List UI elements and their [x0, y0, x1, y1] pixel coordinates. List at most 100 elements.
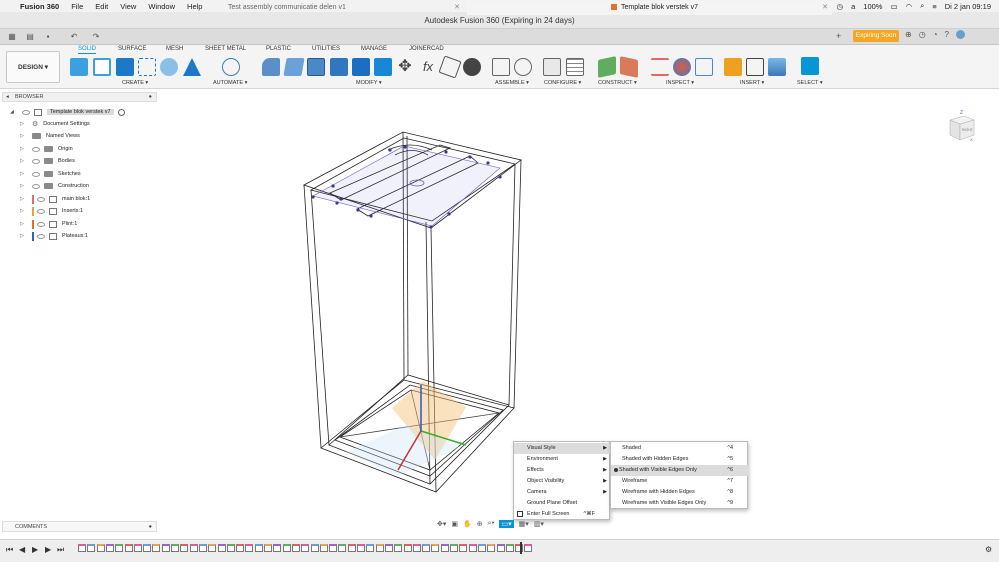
timeline-feature[interactable]	[254, 544, 263, 552]
timeline-feature[interactable]	[394, 544, 403, 552]
timeline-feature[interactable]	[180, 544, 189, 552]
menu-item-label: Effects	[527, 467, 544, 473]
timeline-feature[interactable]	[329, 544, 338, 552]
menu-item-visual-style[interactable]: Visual Style ▶	[514, 443, 611, 454]
timeline-feature[interactable]	[468, 544, 477, 552]
model-viewport[interactable]	[0, 0, 999, 562]
timeline-feature[interactable]	[347, 544, 356, 552]
timeline-feature[interactable]	[403, 544, 412, 552]
menu-item-shortcut: ^7	[727, 478, 733, 484]
selected-radio-icon	[614, 468, 618, 472]
navigation-bar: ✥▾ ▣ ✋ ⊕ ⌕▾ ▭▾ ▦▾ ▥▾	[437, 520, 544, 528]
timeline-prev-icon[interactable]: ◀	[19, 545, 25, 554]
timeline-feature[interactable]	[245, 544, 254, 552]
timeline-next-icon[interactable]: ▶	[45, 545, 51, 554]
menu-item-shaded-hidden-edges[interactable]: Shaded with Hidden Edges ^5	[611, 454, 749, 465]
timeline-feature[interactable]	[319, 544, 328, 552]
comments-title: COMMENTS	[15, 524, 48, 530]
timeline-feature[interactable]	[152, 544, 161, 552]
fullscreen-icon	[517, 511, 523, 517]
comments-pin-icon[interactable]: ●	[149, 522, 152, 532]
menu-item-shortcut: ^4	[727, 445, 733, 451]
timeline-first-icon[interactable]: ⏮	[6, 545, 13, 555]
timeline-feature[interactable]	[310, 544, 319, 552]
timeline-feature[interactable]	[366, 544, 375, 552]
timeline-feature[interactable]	[375, 544, 384, 552]
menu-item-label: Shaded with Visible Edges Only	[619, 467, 697, 473]
menu-item-label: Shaded	[622, 445, 641, 451]
menu-item-wireframe[interactable]: Wireframe ^7	[611, 476, 749, 487]
timeline-feature[interactable]	[105, 544, 114, 552]
orbit-icon[interactable]: ✥▾	[437, 520, 446, 528]
look-at-icon[interactable]: ▣	[451, 520, 458, 528]
timeline-feature[interactable]	[96, 544, 105, 552]
timeline-feature[interactable]	[357, 544, 365, 552]
timeline-feature[interactable]	[384, 544, 393, 552]
viewports-icon[interactable]: ▥▾	[534, 520, 544, 528]
menu-item-shortcut: ^5	[727, 456, 733, 462]
timeline-feature[interactable]	[496, 544, 505, 552]
grid-snaps-icon[interactable]: ▦▾	[519, 520, 529, 528]
timeline-feature[interactable]	[422, 544, 431, 552]
menu-item-label: Wireframe with Visible Edges Only	[622, 500, 707, 506]
timeline-feature[interactable]	[282, 544, 291, 552]
menu-item-label: Environment	[527, 456, 558, 462]
timeline-feature[interactable]	[161, 544, 170, 552]
timeline-feature[interactable]	[124, 544, 133, 552]
menu-item-shaded[interactable]: Shaded ^4	[611, 443, 749, 454]
menu-item-label: Camera	[527, 489, 547, 495]
timeline-feature[interactable]	[189, 544, 198, 552]
timeline-feature[interactable]	[301, 544, 310, 552]
timeline-play-icon[interactable]: ▶	[32, 545, 38, 554]
timeline-feature[interactable]	[226, 544, 235, 552]
timeline-feature[interactable]	[115, 544, 124, 552]
fit-icon[interactable]: ⌕▾	[488, 520, 495, 528]
menu-item-label: Enter Full Screen	[527, 511, 570, 517]
zoom-icon[interactable]: ⊕	[477, 520, 483, 528]
menu-item-environment[interactable]: Environment ▶	[514, 454, 611, 465]
menu-item-camera[interactable]: Camera ▶	[514, 487, 611, 498]
timeline-marker[interactable]	[520, 542, 522, 554]
timeline-feature[interactable]	[171, 544, 179, 552]
menu-item-label: Visual Style	[527, 445, 556, 451]
menu-item-enter-full-screen[interactable]: Enter Full Screen ^⌘F	[514, 509, 611, 520]
timeline-feature[interactable]	[87, 544, 96, 552]
timeline-feature[interactable]	[198, 544, 207, 552]
menu-item-wireframe-visible-edges-only[interactable]: Wireframe with Visible Edges Only ^9	[611, 498, 749, 509]
menu-item-ground-plane-offset[interactable]: Ground Plane Offset	[514, 498, 611, 509]
timeline-settings-icon[interactable]: ⚙	[985, 545, 992, 554]
menu-item-effects[interactable]: Effects ▶	[514, 465, 611, 476]
timeline-feature[interactable]	[133, 544, 142, 552]
display-settings-icon[interactable]: ▭▾	[499, 520, 514, 528]
timeline-feature[interactable]	[477, 544, 486, 552]
timeline-feature[interactable]	[78, 544, 86, 552]
pan-icon[interactable]: ✋	[463, 520, 472, 528]
menu-item-object-visibility[interactable]: Object Visibility ▶	[514, 476, 611, 487]
timeline-feature[interactable]	[505, 544, 514, 552]
timeline-last-icon[interactable]: ⏭	[57, 545, 64, 555]
submenu-arrow-icon: ▶	[603, 456, 607, 462]
menu-item-label: Ground Plane Offset	[527, 500, 578, 506]
comments-panel[interactable]: COMMENTS ●	[2, 521, 157, 532]
timeline-feature[interactable]	[524, 544, 533, 552]
menu-item-wireframe-hidden-edges[interactable]: Wireframe with Hidden Edges ^8	[611, 487, 749, 498]
timeline-feature[interactable]	[208, 544, 217, 552]
submenu-arrow-icon: ▶	[603, 445, 607, 451]
timeline-feature[interactable]	[412, 544, 421, 552]
timeline-feature[interactable]	[431, 544, 440, 552]
timeline-feature[interactable]	[143, 544, 152, 552]
timeline-feature[interactable]	[273, 544, 282, 552]
timeline-feature[interactable]	[264, 544, 272, 552]
submenu-arrow-icon: ▶	[603, 478, 607, 484]
timeline-feature[interactable]	[236, 544, 245, 552]
timeline-feature[interactable]	[450, 544, 458, 552]
menu-item-label: Object Visibility	[527, 478, 565, 484]
timeline-feature[interactable]	[440, 544, 449, 552]
menu-item-shaded-visible-edges-only[interactable]: Shaded with Visible Edges Only ^6	[611, 465, 749, 476]
timeline-feature[interactable]	[217, 544, 226, 552]
timeline-feature[interactable]	[487, 544, 496, 552]
submenu-arrow-icon: ▶	[603, 467, 607, 473]
timeline-feature[interactable]	[459, 544, 468, 552]
timeline-feature[interactable]	[338, 544, 347, 552]
timeline-feature[interactable]	[291, 544, 300, 552]
